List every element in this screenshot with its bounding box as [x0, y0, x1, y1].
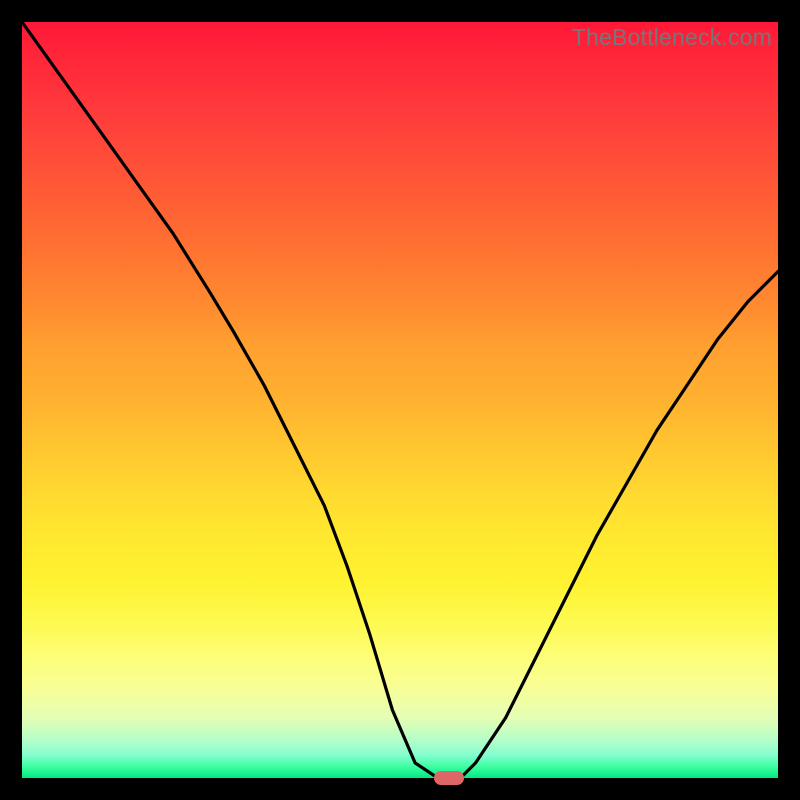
watermark-text: TheBottleneck.com [572, 24, 772, 51]
bottleneck-curve [22, 22, 778, 778]
optimum-marker [434, 771, 464, 785]
chart-plot-area: TheBottleneck.com [22, 22, 778, 778]
